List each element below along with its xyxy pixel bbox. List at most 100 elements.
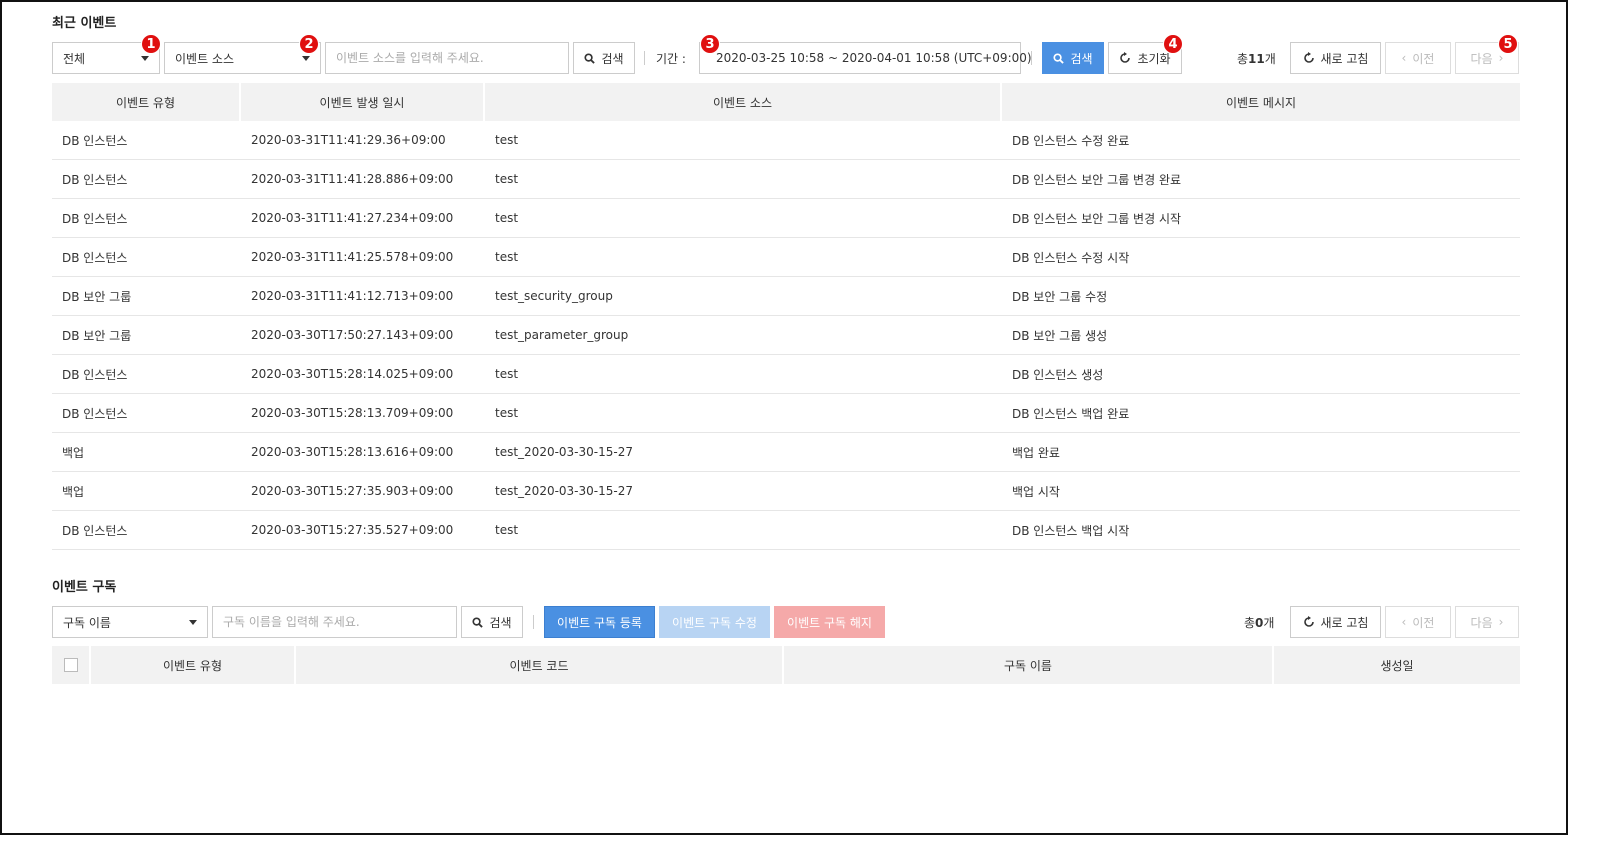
- cell-event-time: 2020-03-31T11:41:12.713+09:00: [241, 277, 485, 315]
- callout-badge-2: 2: [299, 34, 319, 54]
- cell-event-source: test: [485, 394, 1002, 432]
- table-row[interactable]: DB 인스턴스 2020-03-31T11:41:27.234+09:00 test…: [52, 199, 1520, 238]
- chevron-right-icon: ›: [1498, 615, 1504, 629]
- cell-event-type: DB 인스턴스: [52, 121, 241, 159]
- cell-event-source: test_2020-03-30-15-27: [485, 433, 1002, 471]
- callout-badge-4: 4: [1163, 34, 1183, 54]
- recent-events-table-body: DB 인스턴스 2020-03-31T11:41:29.36+09:00 test D…: [52, 121, 1520, 550]
- subscriptions-table-header: 이벤트 유형 이벤트 코드 구독 이름 생성일: [52, 646, 1520, 684]
- event-source-search-field[interactable]: [336, 51, 558, 65]
- event-subscriptions-title: 이벤트 구독: [52, 580, 117, 595]
- event-source-select[interactable]: 이벤트 소스: [164, 42, 321, 74]
- select-all-checkbox[interactable]: [63, 658, 78, 672]
- reset-icon: [1120, 52, 1131, 63]
- chevron-down-icon: [302, 55, 310, 61]
- period-label: 기간 :: [656, 52, 686, 66]
- prev-button-label: 이전: [1412, 51, 1435, 66]
- column-header-event-message[interactable]: 이벤트 메시지: [1002, 83, 1520, 121]
- cell-event-message: DB 인스턴스 백업 완료: [1002, 394, 1520, 432]
- refresh-icon: [1303, 52, 1314, 63]
- table-row[interactable]: DB 보안 그룹 2020-03-31T11:41:12.713+09:00 tes…: [52, 277, 1520, 316]
- subscriptions-next-button[interactable]: 다음 ›: [1455, 606, 1519, 638]
- total-suffix: 개: [1264, 52, 1276, 66]
- cell-event-message: DB 인스턴스 생성: [1002, 355, 1520, 393]
- subscription-name-select[interactable]: 구독 이름: [52, 606, 208, 638]
- divider: [533, 615, 534, 629]
- divider: [644, 51, 645, 65]
- reset-button-label: 초기화: [1137, 51, 1171, 66]
- table-row[interactable]: DB 보안 그룹 2020-03-30T17:50:27.143+09:00 tes…: [52, 316, 1520, 355]
- cell-event-message: DB 인스턴스 수정 시작: [1002, 238, 1520, 276]
- subscription-name-select-value: 구독 이름: [63, 615, 111, 630]
- recent-events-table: 이벤트 유형 이벤트 발생 일시 이벤트 소스 이벤트 메시지 DB 인스턴스 2…: [52, 83, 1520, 550]
- cell-event-time: 2020-03-31T11:41:28.886+09:00: [241, 160, 485, 198]
- cell-event-time: 2020-03-31T11:41:27.234+09:00: [241, 199, 485, 237]
- refresh-button-label: 새로 고침: [1320, 615, 1369, 630]
- period-date-range-picker[interactable]: 2020-03-25 10:58 ~ 2020-04-01 10:58 (UTC…: [699, 42, 1032, 74]
- subscription-name-search-field[interactable]: [223, 615, 446, 629]
- search-icon: [584, 52, 596, 64]
- cell-event-type: DB 인스턴스: [52, 238, 241, 276]
- column-header-event-source[interactable]: 이벤트 소스: [485, 83, 1002, 121]
- cell-event-type: 백업: [52, 433, 241, 471]
- subscriptions-prev-button[interactable]: ‹ 이전: [1385, 606, 1451, 638]
- subscription-name-search-input[interactable]: [212, 606, 457, 638]
- recent-events-prev-button[interactable]: ‹ 이전: [1385, 42, 1451, 74]
- search-primary-button[interactable]: 검색: [1042, 42, 1104, 74]
- next-button-label: 다음: [1470, 51, 1493, 66]
- subscriptions-total: 총0개: [1244, 614, 1274, 631]
- callout-badge-3: 3: [700, 34, 720, 54]
- cell-event-message: DB 인스턴스 백업 시작: [1002, 511, 1520, 549]
- cell-event-message: DB 보안 그룹 수정: [1002, 277, 1520, 315]
- subscriptions-table: 이벤트 유형 이벤트 코드 구독 이름 생성일: [52, 646, 1520, 684]
- cell-event-source: test: [485, 199, 1002, 237]
- cell-event-time: 2020-03-30T15:28:14.025+09:00: [241, 355, 485, 393]
- column-header-subscription-name[interactable]: 구독 이름: [784, 646, 1274, 684]
- cell-event-message: DB 보안 그룹 생성: [1002, 316, 1520, 354]
- cell-event-message: DB 인스턴스 보안 그룹 변경 시작: [1002, 199, 1520, 237]
- prev-button-label: 이전: [1412, 615, 1435, 630]
- recent-events-refresh-button[interactable]: 새로 고침: [1290, 42, 1381, 74]
- table-row[interactable]: 백업 2020-03-30T15:27:35.903+09:00 test_2020…: [52, 472, 1520, 511]
- event-source-search-button[interactable]: 검색: [573, 42, 635, 74]
- table-row[interactable]: DB 인스턴스 2020-03-30T15:28:14.025+09:00 test…: [52, 355, 1520, 394]
- divider: [1031, 51, 1032, 65]
- subscription-search-button[interactable]: 검색: [461, 606, 523, 638]
- search-icon: [1053, 52, 1065, 64]
- edit-subscription-button[interactable]: 이벤트 구독 수정: [659, 606, 770, 638]
- column-header-event-code[interactable]: 이벤트 코드: [296, 646, 784, 684]
- event-source-search-input[interactable]: [325, 42, 569, 74]
- cell-event-source: test: [485, 355, 1002, 393]
- cell-event-time: 2020-03-30T15:28:13.616+09:00: [241, 433, 485, 471]
- table-row[interactable]: DB 인스턴스 2020-03-31T11:41:28.886+09:00 test…: [52, 160, 1520, 199]
- chevron-down-icon: [141, 55, 149, 61]
- register-subscription-button[interactable]: 이벤트 구독 등록: [544, 606, 655, 638]
- total-prefix: 총: [1244, 616, 1256, 630]
- total-suffix: 개: [1263, 616, 1275, 630]
- cell-event-type: DB 보안 그룹: [52, 316, 241, 354]
- event-type-filter-value: 전체: [63, 51, 86, 66]
- search-icon: [472, 616, 484, 628]
- table-row[interactable]: DB 인스턴스 2020-03-31T11:41:25.578+09:00 test…: [52, 238, 1520, 277]
- cancel-subscription-button[interactable]: 이벤트 구독 해지: [774, 606, 885, 638]
- cell-event-source: test_2020-03-30-15-27: [485, 472, 1002, 510]
- total-count: 11: [1248, 52, 1265, 66]
- period-value: 2020-03-25 10:58 ~ 2020-04-01 10:58 (UTC…: [716, 51, 1032, 65]
- column-header-event-type[interactable]: 이벤트 유형: [52, 83, 241, 121]
- column-header-event-time[interactable]: 이벤트 발생 일시: [241, 83, 485, 121]
- subscriptions-refresh-button[interactable]: 새로 고침: [1290, 606, 1381, 638]
- cell-event-message: DB 인스턴스 수정 완료: [1002, 121, 1520, 159]
- chevron-down-icon: [189, 619, 197, 625]
- cell-event-type: DB 인스턴스: [52, 199, 241, 237]
- next-button-label: 다음: [1470, 615, 1493, 630]
- table-row[interactable]: 백업 2020-03-30T15:28:13.616+09:00 test_2020…: [52, 433, 1520, 472]
- chevron-left-icon: ‹: [1401, 51, 1407, 65]
- column-header-created-date[interactable]: 생성일: [1274, 646, 1520, 684]
- table-row[interactable]: DB 인스턴스 2020-03-30T15:27:35.527+09:00 test…: [52, 511, 1520, 550]
- table-row[interactable]: DB 인스턴스 2020-03-30T15:28:13.709+09:00 test…: [52, 394, 1520, 433]
- table-row[interactable]: DB 인스턴스 2020-03-31T11:41:29.36+09:00 test D…: [52, 121, 1520, 160]
- cell-event-type: DB 인스턴스: [52, 160, 241, 198]
- cell-event-type: DB 보안 그룹: [52, 277, 241, 315]
- page-frame: 최근 이벤트 전체 1 이벤트 소스 2 검색 기간 : 2020-03-25 …: [0, 0, 1568, 835]
- column-header-event-type[interactable]: 이벤트 유형: [91, 646, 296, 684]
